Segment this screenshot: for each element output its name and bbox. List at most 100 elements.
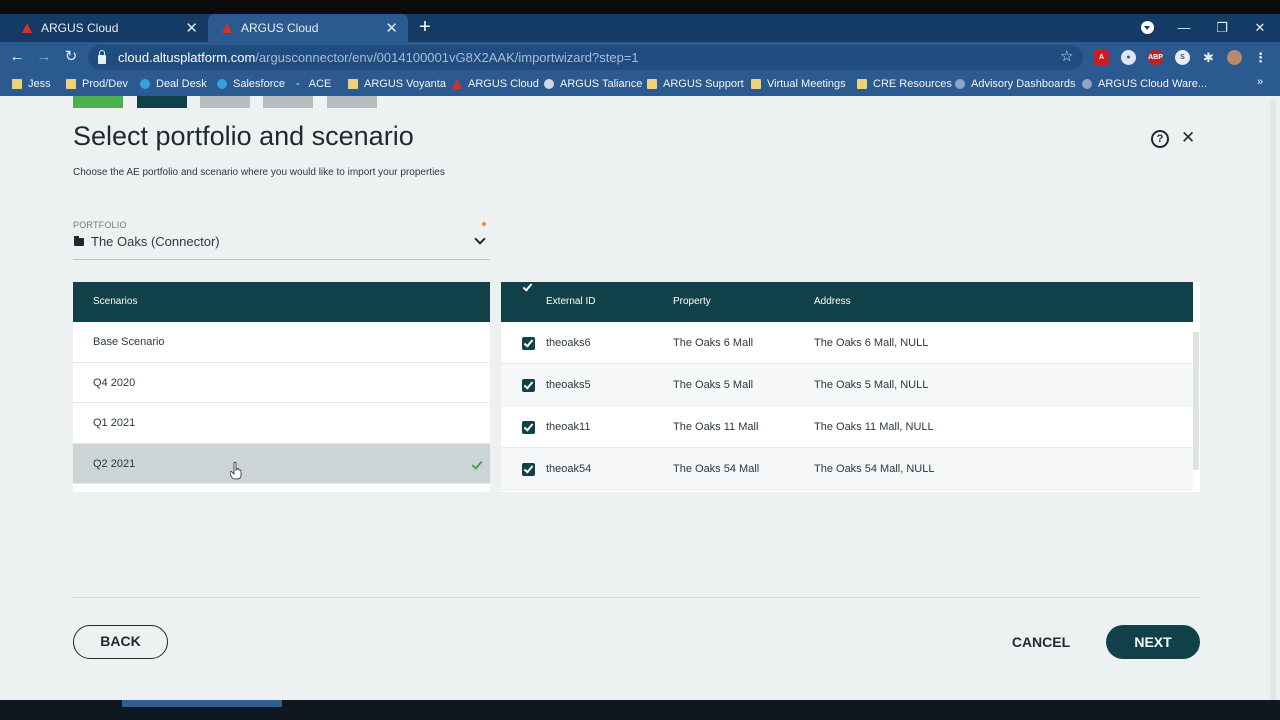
chevron-down-icon[interactable] <box>474 233 486 245</box>
bookmark-argus-support[interactable]: ARGUS Support <box>647 72 744 96</box>
scenarios-panel: Scenarios Base Scenario Q4 2020 Q1 2021 … <box>73 282 490 492</box>
bookmark-cre-resources[interactable]: CRE Resources <box>857 72 952 96</box>
row-checkbox[interactable] <box>522 421 535 434</box>
back-button[interactable]: BACK <box>73 625 168 659</box>
browser-tab-2[interactable]: ARGUS Cloud ✕ <box>208 14 408 42</box>
url-host: cloud.altusplatform.com <box>118 50 256 65</box>
minimize-icon[interactable]: — <box>1174 14 1194 42</box>
hand-cursor-icon <box>230 462 242 480</box>
bookmark-salesforce[interactable]: Salesforce <box>217 72 285 96</box>
folder-icon <box>647 79 657 89</box>
bookmark-ace[interactable]: - ACE <box>296 72 331 96</box>
lock-icon <box>98 49 106 64</box>
browser-tab-title: ARGUS Cloud <box>241 21 319 35</box>
column-header-property[interactable]: Property <box>673 282 711 322</box>
selected-check-icon <box>471 457 483 470</box>
properties-scrollbar[interactable] <box>1193 332 1199 470</box>
scenario-item[interactable]: Q4 2020 <box>73 362 490 403</box>
bookmark-label: CRE Resources <box>873 78 952 90</box>
address-bar[interactable]: cloud.altusplatform.com/argusconnector/e… <box>88 45 1083 70</box>
table-row[interactable]: theoaks5 The Oaks 5 Mall The Oaks 5 Mall… <box>501 364 1193 406</box>
table-row[interactable]: theoak54 The Oaks 54 Mall The Oaks 54 Ma… <box>501 448 1193 490</box>
scenarios-header: Scenarios <box>73 282 490 322</box>
bookmark-deal-desk[interactable]: Deal Desk <box>140 72 207 96</box>
scenario-item[interactable]: Base Scenario <box>73 322 490 363</box>
bookmarks-overflow-icon[interactable]: » <box>1257 76 1263 88</box>
scenario-label: Q1 2021 <box>93 417 136 429</box>
forward-arrow-icon[interactable]: → <box>35 42 53 72</box>
argus-favicon-icon <box>22 23 32 33</box>
browser-tab-1[interactable]: ARGUS Cloud ✕ <box>8 14 208 42</box>
dashboard-icon <box>1082 79 1092 89</box>
salesforce-icon <box>217 79 227 89</box>
portfolio-label: PORTFOLIO <box>73 220 127 230</box>
bookmark-label: ARGUS Cloud Ware... <box>1098 78 1208 90</box>
restore-icon[interactable]: ❐ <box>1212 14 1232 42</box>
tab-close-icon[interactable]: ✕ <box>185 19 198 37</box>
wizard-step-2 <box>137 96 187 108</box>
scenario-label: Q2 2021 <box>93 457 136 470</box>
page-subtitle: Choose the AE portfolio and scenario whe… <box>73 167 445 178</box>
cell-external-id: theoaks6 <box>546 337 591 349</box>
dash-icon: - <box>296 78 300 90</box>
scenario-label: Q4 2020 <box>93 376 136 389</box>
scenario-item[interactable]: Q1 2021 <box>73 403 490 444</box>
url-path: /argusconnector/env/0014100001vG8X2AAK/i… <box>255 50 639 65</box>
table-row[interactable]: theoak11 The Oaks 11 Mall The Oaks 11 Ma… <box>501 406 1193 448</box>
bookmark-label: ARGUS Taliance <box>560 78 643 90</box>
acrobat-extension-icon[interactable]: A <box>1094 50 1109 65</box>
bookmark-label: Salesforce <box>233 78 285 90</box>
tab-close-icon[interactable]: ✕ <box>385 19 398 37</box>
close-icon[interactable]: ✕ <box>1181 128 1195 148</box>
bookmark-prod-dev[interactable]: Prod/Dev <box>66 72 128 96</box>
reload-icon[interactable]: ↻ <box>62 42 80 72</box>
browser-menu-icon[interactable]: ⋮ <box>1253 50 1268 65</box>
record-extension-icon[interactable]: ● <box>1121 50 1136 65</box>
window-close-icon[interactable]: ✕ <box>1250 14 1270 42</box>
new-tab-plus-icon[interactable]: + <box>416 14 434 42</box>
browser-tab-bar: ARGUS Cloud ✕ ARGUS Cloud ✕ <box>0 14 1280 42</box>
properties-header: External ID Property Address <box>501 281 1193 322</box>
bookmark-jess[interactable]: Jess <box>12 72 51 96</box>
extensions-puzzle-icon[interactable]: ✱ <box>1201 50 1216 65</box>
adblock-extension-icon[interactable]: ABP <box>1148 50 1163 65</box>
row-checkbox[interactable] <box>522 463 535 476</box>
bookmark-label: ACE <box>308 78 332 90</box>
profile-avatar[interactable] <box>1227 50 1242 65</box>
column-header-address[interactable]: Address <box>814 282 851 322</box>
argus-favicon-icon <box>222 23 232 33</box>
page-scrollbar[interactable] <box>1270 100 1276 700</box>
tab-search-dropdown-icon[interactable] <box>1141 21 1154 34</box>
cancel-button[interactable]: CANCEL <box>1007 625 1075 659</box>
bookmark-argus-cloud[interactable]: ARGUS Cloud <box>452 72 539 96</box>
row-checkbox[interactable] <box>522 337 535 350</box>
taskbar-active-app[interactable] <box>122 700 282 707</box>
bookmark-argus-voyanta[interactable]: ARGUS Voyanta <box>348 72 446 96</box>
cell-property: The Oaks 6 Mall <box>673 337 754 349</box>
row-checkbox[interactable] <box>522 379 535 392</box>
column-header-external-id[interactable]: External ID <box>546 282 595 322</box>
folder-icon <box>12 79 22 89</box>
next-button[interactable]: NEXT <box>1106 625 1200 659</box>
table-row[interactable]: theoaks6 The Oaks 6 Mall The Oaks 6 Mall… <box>501 322 1193 364</box>
footer-divider <box>73 597 1200 598</box>
cell-property: The Oaks 11 Mall <box>673 421 759 433</box>
select-all-check-icon[interactable] <box>522 281 533 292</box>
bookmark-virtual-meetings[interactable]: Virtual Meetings <box>751 72 846 96</box>
scenario-item-selected[interactable]: Q2 2021 <box>73 443 490 484</box>
properties-panel: External ID Property Address theoaks6 Th… <box>501 281 1200 492</box>
cell-address: The Oaks 5 Mall, NULL <box>814 379 929 391</box>
bookmark-label: ARGUS Support <box>663 78 744 90</box>
bookmark-label: ARGUS Voyanta <box>364 78 446 90</box>
portfolio-select[interactable]: PORTFOLIO The Oaks (Connector) <box>73 218 490 260</box>
scenario-label: Base Scenario <box>93 336 165 348</box>
bookmark-label: Prod/Dev <box>82 78 128 90</box>
bookmark-star-icon[interactable]: ☆ <box>1060 47 1073 65</box>
back-arrow-icon[interactable]: ← <box>8 42 26 72</box>
bookmark-argus-taliance[interactable]: ARGUS Taliance <box>544 72 642 96</box>
bookmark-advisory-dashboards[interactable]: Advisory Dashboards <box>955 72 1076 96</box>
help-icon[interactable]: ? <box>1151 130 1169 148</box>
s-extension-icon[interactable]: S <box>1175 50 1190 65</box>
bookmark-label: ARGUS Cloud <box>468 78 539 90</box>
bookmark-argus-cloud-ware[interactable]: ARGUS Cloud Ware... <box>1082 72 1207 96</box>
